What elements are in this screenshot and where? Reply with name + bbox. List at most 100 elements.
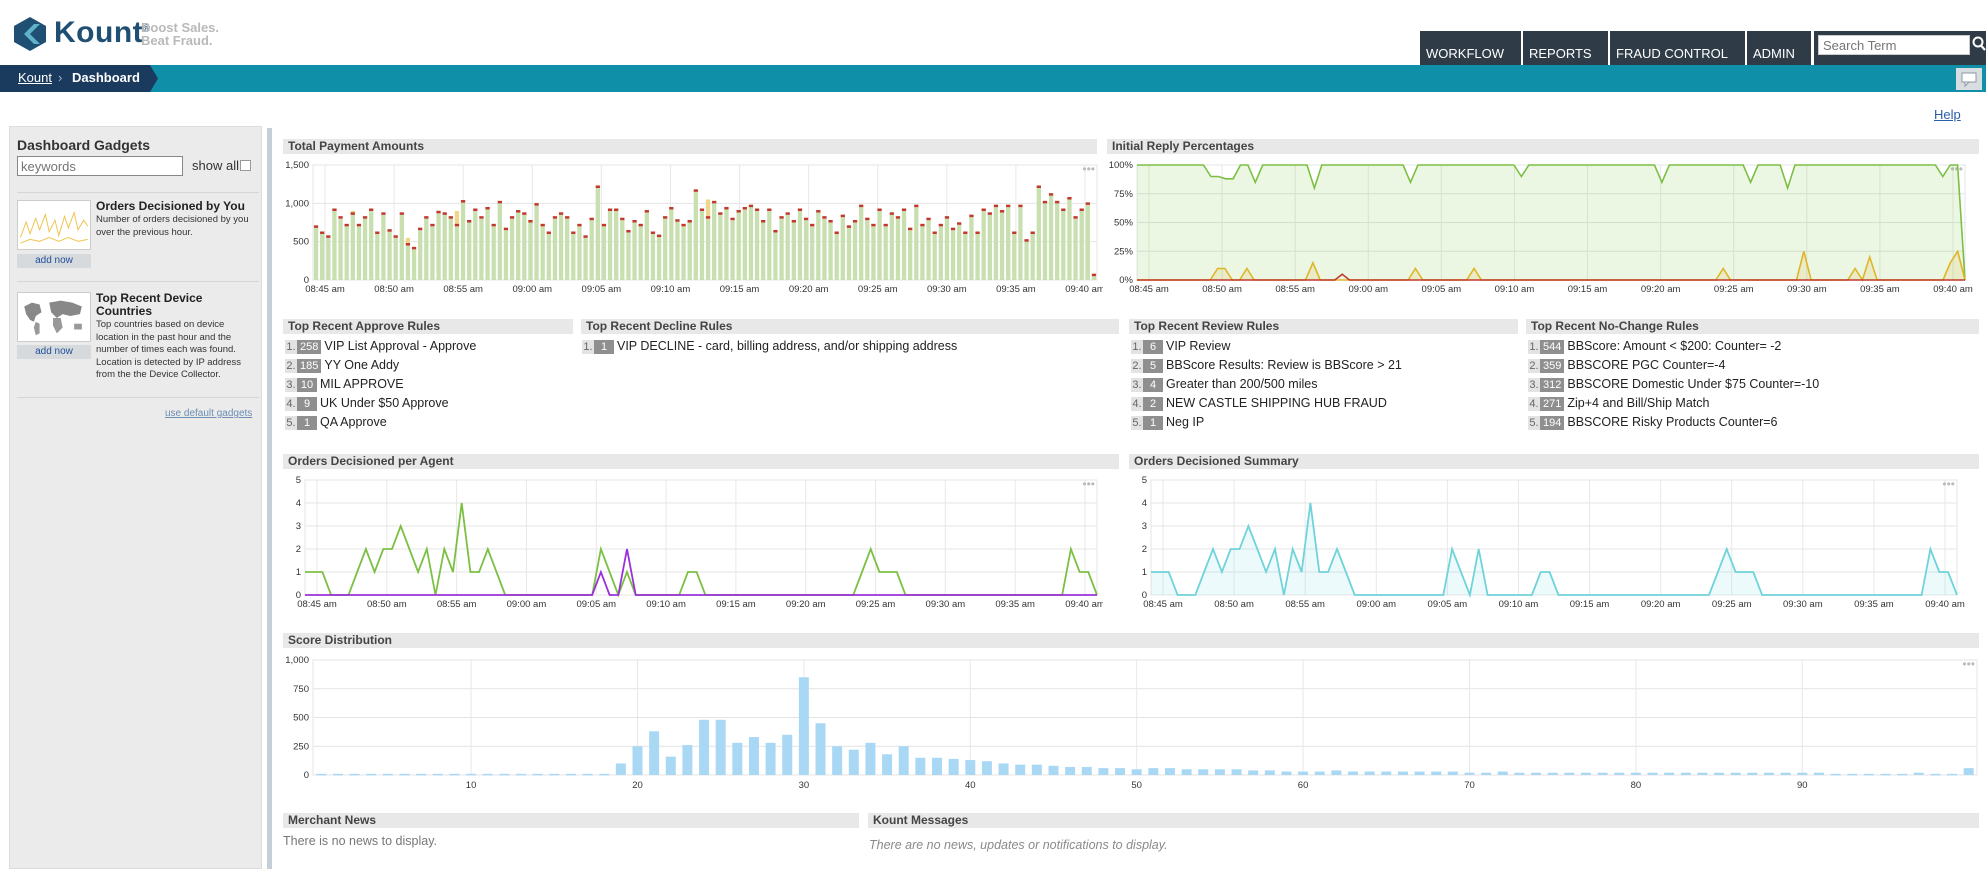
payment-bar-cap <box>338 216 343 219</box>
sidebar-separator <box>17 192 259 193</box>
payment-bar <box>467 222 472 280</box>
nochange-rule-item[interactable]: 1. 544 BBScore: Amount < $200: Counter= -2 <box>1528 337 1819 356</box>
payment-bar-cap <box>418 227 423 231</box>
score-bar <box>998 763 1009 775</box>
nochange-rule-item[interactable]: 3. 312 BBSCORE Domestic Under $75 Counter=… <box>1528 375 1819 394</box>
payment-bar-cap <box>424 216 429 219</box>
payment-bar-cap <box>920 223 925 227</box>
payment-bar-cap <box>957 222 962 225</box>
y-tick-label: 4 <box>296 498 301 509</box>
approve-rule-item[interactable]: 5. 1 QA Approve <box>285 413 476 432</box>
show-all-checkbox[interactable] <box>240 160 251 171</box>
payment-bar-cap <box>1030 231 1035 234</box>
payment-bar <box>565 218 570 280</box>
search-icon[interactable] <box>1972 35 1986 53</box>
panel-header-score-distribution: Score Distribution <box>283 633 1979 648</box>
chat-icon[interactable] <box>1956 68 1982 90</box>
world-map-thumbnail-icon <box>17 292 91 342</box>
payment-bar <box>846 227 852 280</box>
payment-bar-cap <box>626 229 631 233</box>
rule-label: QA Approve <box>320 415 387 429</box>
gadget-title: Top Recent Device Countries <box>96 291 203 318</box>
payment-bar-cap <box>454 223 460 227</box>
payment-bar <box>859 207 864 280</box>
payment-bar-cap <box>724 206 729 210</box>
payment-bar-cap <box>761 220 766 223</box>
payment-bar-cap <box>1018 204 1023 208</box>
logo-text: Kount® <box>54 16 151 49</box>
payment-bar <box>375 234 380 280</box>
payment-bar <box>571 234 576 280</box>
payment-bar-cap <box>834 231 839 234</box>
nochange-rules-list: 1. 544 BBScore: Amount < $200: Counter= -2… <box>1528 337 1819 432</box>
x-tick-label: 09:20 am <box>789 284 829 295</box>
nav-fraud-control[interactable]: FRAUD CONTROL <box>1610 31 1745 65</box>
payment-bar-cap <box>405 243 411 246</box>
per-agent-chart: 01234508:45 am 08:50 am 08:55 am 09:00 am 09… <box>296 475 1103 610</box>
nochange-rule-item[interactable]: 2. 359 BBSCORE PGC Counter=-4 <box>1528 356 1819 375</box>
score-bar <box>1764 772 1774 775</box>
help-link[interactable]: Help <box>1934 107 1961 122</box>
payment-bar-cap <box>742 206 747 210</box>
nav-workflow[interactable]: WORKFLOW <box>1420 31 1521 65</box>
kount-logo-icon <box>14 17 46 51</box>
payment-bar <box>908 230 913 280</box>
score-bar <box>1564 772 1575 775</box>
score-bar <box>981 761 992 775</box>
score-bar <box>1231 769 1242 775</box>
score-bar <box>565 773 576 776</box>
x-tick-label: 08:50 am <box>374 284 414 295</box>
approve-rule-item[interactable]: 1. 258 VIP List Approval - Approve <box>285 337 476 356</box>
breadcrumb-home-link[interactable]: Kount <box>18 70 52 85</box>
score-bar <box>1281 771 1292 775</box>
approve-rule-item[interactable]: 3. 10 MIL APPROVE <box>285 375 476 394</box>
score-bar <box>1364 771 1375 775</box>
add-now-orders-decisioned-button[interactable]: add now <box>17 254 91 268</box>
add-now-device-countries-button[interactable]: add now <box>17 345 91 359</box>
x-tick-label: 09:40 am <box>1065 284 1103 295</box>
payment-bar <box>607 211 613 280</box>
payment-bar <box>626 232 631 280</box>
score-bar <box>632 746 643 775</box>
nav-reports[interactable]: REPORTS <box>1523 31 1608 65</box>
payment-bar-cap <box>767 208 772 211</box>
nochange-rule-item[interactable]: 4. 271 Zip+4 and Bill/Ship Match <box>1528 394 1819 413</box>
review-rule-item[interactable]: 1. 6 VIP Review <box>1131 337 1402 356</box>
payment-bar-cap <box>914 204 919 208</box>
payment-bar <box>797 211 803 280</box>
approve-rule-item[interactable]: 2. 185 YY One Addy <box>285 356 476 375</box>
payment-bar-cap <box>748 204 754 208</box>
rule-label: UK Under $50 Approve <box>320 396 449 410</box>
payment-bar <box>816 212 821 280</box>
rule-count-badge: 359 <box>1540 358 1565 373</box>
payment-bar <box>1030 234 1035 280</box>
score-bar <box>1580 772 1591 775</box>
review-rule-item[interactable]: 3. 4 Greater than 200/500 miles <box>1131 375 1402 394</box>
review-rule-item[interactable]: 2. 5 BBScore Results: Review is BBScore > … <box>1131 356 1402 375</box>
y-tick-label: 1,000 <box>285 198 309 209</box>
payment-bar <box>895 218 901 280</box>
score-bar <box>516 773 526 776</box>
approve-rule-item[interactable]: 4. 9 UK Under $50 Approve <box>285 394 476 413</box>
score-bar <box>1098 768 1109 775</box>
nochange-rule-item[interactable]: 5. 194 BBSCORE Risky Products Counter=6 <box>1528 413 1819 432</box>
rule-rank: 4. <box>1131 396 1143 411</box>
search-input[interactable] <box>1818 35 1970 55</box>
rule-label: Neg IP <box>1166 415 1205 429</box>
score-bar <box>782 734 793 775</box>
decline-rule-item[interactable]: 1. 1 VIP DECLINE - card, billing address, … <box>582 337 957 356</box>
review-rule-item[interactable]: 4. 2 NEW CASTLE SHIPPING HUB FRAUD <box>1131 394 1402 413</box>
review-rule-item[interactable]: 5. 1 Neg IP <box>1131 413 1402 432</box>
payment-bar-cap <box>479 216 484 219</box>
score-bar <box>1248 770 1259 775</box>
nav-admin[interactable]: ADMIN <box>1747 31 1811 65</box>
x-tick-label: 08:45 am <box>297 599 337 610</box>
payment-bar-cap <box>773 229 778 233</box>
payment-bar <box>509 218 515 280</box>
keywords-input[interactable] <box>17 156 183 176</box>
payment-bar-cap <box>1085 202 1090 205</box>
payment-bar <box>675 221 680 280</box>
use-default-gadgets-link[interactable]: use default gadgets <box>165 408 252 419</box>
payment-bar-cap <box>889 212 894 215</box>
payment-bar <box>877 211 882 280</box>
